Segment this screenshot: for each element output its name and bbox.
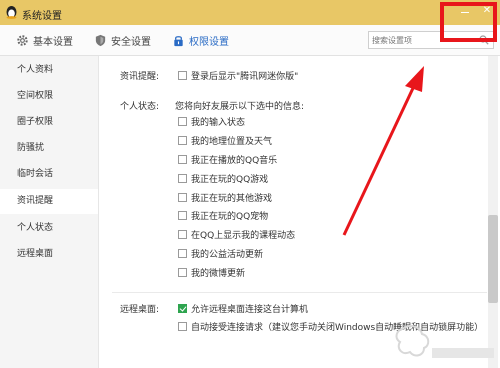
tab-label: 权限设置 <box>189 36 229 48</box>
remote-auto-accept-checkbox[interactable] <box>178 321 187 331</box>
window-title: 系统设置 <box>22 11 62 22</box>
baidu-jingyan-watermark-icon <box>395 325 494 358</box>
remote-option-label: 允许远程桌面连接这台计算机 <box>191 304 309 315</box>
penguin-logo-icon <box>6 6 17 19</box>
remote-option-row[interactable]: 允许远程桌面连接这台计算机 <box>178 301 308 315</box>
status-option-label: 我正在玩的QQ宠物 <box>191 211 269 222</box>
status-option-checkbox[interactable] <box>178 210 187 220</box>
tab-permission-settings[interactable]: 权限设置 <box>172 33 229 48</box>
status-option-checkbox[interactable] <box>178 248 187 258</box>
status-option-row[interactable]: 我正在播放的QQ音乐 <box>178 152 277 166</box>
section-divider <box>112 292 487 293</box>
sidebar-item-space-permission[interactable]: 空间权限 <box>0 84 98 109</box>
status-option-label: 我的微博更新 <box>191 268 246 279</box>
status-option-label: 我正在播放的QQ音乐 <box>191 155 278 166</box>
sidebar-item-anti-harassment[interactable]: 防骚扰 <box>0 136 98 161</box>
remote-desktop-label: 远程桌面: <box>120 305 160 315</box>
personal-status-description: 您将向好友展示以下选中的信息: <box>175 102 305 112</box>
remote-allow-checkbox[interactable] <box>178 303 187 313</box>
status-option-checkbox[interactable] <box>178 229 187 239</box>
status-option-label: 我的输入状态 <box>191 117 246 128</box>
status-option-row[interactable]: 在QQ上显示我的课程动态 <box>178 227 295 241</box>
status-option-row[interactable]: 我正在玩的其他游戏 <box>178 190 272 204</box>
news-option-checkbox[interactable] <box>178 70 187 80</box>
title-bar: 系统设置 ✕ <box>0 0 500 25</box>
tab-label: 安全设置 <box>111 36 151 48</box>
status-option-row[interactable]: 我的地理位置及天气 <box>178 133 272 147</box>
sidebar-item-news-reminder[interactable]: 资讯提醒 <box>0 189 98 214</box>
annotation-highlight-box <box>440 2 497 42</box>
status-option-checkbox[interactable] <box>178 116 187 126</box>
status-option-checkbox[interactable] <box>178 135 187 145</box>
status-option-label: 我正在玩的QQ游戏 <box>191 174 269 185</box>
sidebar-item-profile[interactable]: 个人资料 <box>0 58 98 83</box>
news-option-row[interactable]: 登录后显示"腾讯网迷你版" <box>178 68 298 82</box>
status-option-label: 在QQ上显示我的课程动态 <box>191 230 296 241</box>
status-option-row[interactable]: 我的公益活动更新 <box>178 246 263 260</box>
status-option-label: 我正在玩的其他游戏 <box>191 193 273 204</box>
status-option-row[interactable]: 我正在玩的QQ游戏 <box>178 171 268 185</box>
personal-status-label: 个人状态: <box>120 102 160 112</box>
status-option-row[interactable]: 我正在玩的QQ宠物 <box>178 208 268 222</box>
status-option-label: 我的地理位置及天气 <box>191 136 273 147</box>
status-option-checkbox[interactable] <box>178 192 187 202</box>
lock-icon <box>174 35 183 46</box>
news-option-label: 登录后显示"腾讯网迷你版" <box>191 71 299 82</box>
gear-icon <box>17 34 28 46</box>
shield-icon <box>95 34 106 46</box>
tab-security-settings[interactable]: 安全设置 <box>94 33 151 48</box>
content-scrollbar-thumb[interactable] <box>488 215 498 303</box>
status-option-row[interactable]: 我的输入状态 <box>178 114 245 128</box>
settings-sidebar: 个人资料 空间权限 圈子权限 防骚扰 临时会话 资讯提醒 个人状态 远程桌面 <box>0 56 99 368</box>
tab-label: 基本设置 <box>33 36 73 48</box>
status-option-row[interactable]: 我的微博更新 <box>178 265 245 279</box>
status-option-checkbox[interactable] <box>178 154 187 164</box>
status-option-checkbox[interactable] <box>178 267 187 277</box>
news-reminder-label: 资讯提醒: <box>120 72 160 82</box>
sidebar-item-temp-session[interactable]: 临时会话 <box>0 162 98 187</box>
status-option-label: 我的公益活动更新 <box>191 249 264 260</box>
sidebar-item-circle-permission[interactable]: 圈子权限 <box>0 110 98 135</box>
sidebar-item-personal-status[interactable]: 个人状态 <box>0 216 98 241</box>
tab-basic-settings[interactable]: 基本设置 <box>16 33 73 48</box>
sidebar-item-remote-desktop[interactable]: 远程桌面 <box>0 242 98 267</box>
status-option-checkbox[interactable] <box>178 173 187 183</box>
